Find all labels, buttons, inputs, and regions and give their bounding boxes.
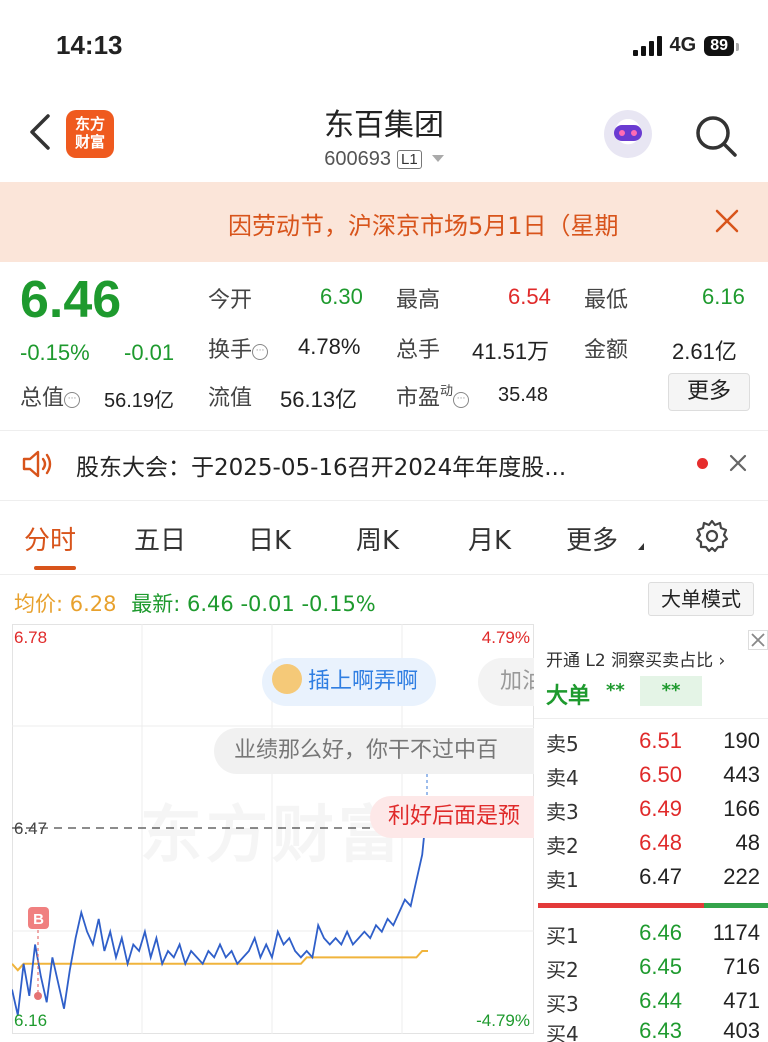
big-order-mode-button[interactable]: 大单模式 xyxy=(648,582,754,616)
close-icon[interactable] xyxy=(712,206,742,236)
avg-label: 均价: xyxy=(14,592,64,616)
sell-row[interactable]: 卖5 6.51 190 xyxy=(546,728,760,762)
y-axis-top-label: 6.78 xyxy=(14,628,47,647)
divider xyxy=(534,718,768,719)
sell-row[interactable]: 卖4 6.50 443 xyxy=(546,762,760,796)
sell-row[interactable]: 卖1 6.47 222 xyxy=(546,864,760,898)
network-type: 4G xyxy=(669,34,697,56)
notice-text: 因劳动节，沪深京市场5月1日（星期 xyxy=(228,212,619,240)
avatar-icon xyxy=(272,664,302,694)
tab-daily-k[interactable]: 日K xyxy=(248,520,291,557)
buy-row[interactable]: 买2 6.45 716 xyxy=(546,954,760,988)
turnover-label[interactable]: 换手 ··· xyxy=(208,332,269,364)
y-axis-ref-label: 6.47 xyxy=(14,819,47,838)
turnover-value: 4.78% xyxy=(298,334,361,359)
float-value-label: 流值 xyxy=(208,386,253,411)
sell-row[interactable]: 卖2 6.48 48 xyxy=(546,830,760,864)
high-value: 6.54 xyxy=(508,284,551,309)
buy-row[interactable]: 买4 6.43 403 xyxy=(546,1018,760,1042)
info-icon[interactable]: ··· xyxy=(64,392,81,408)
stock-code: 600693 xyxy=(324,148,392,170)
high-label: 最高 xyxy=(396,288,441,313)
more-quote-button[interactable]: 更多 xyxy=(668,373,750,411)
signal-icon xyxy=(632,35,662,56)
latest-value: 6.46 xyxy=(186,592,234,616)
l2-upgrade-link[interactable]: 开通 L2 洞察买卖占比 › xyxy=(546,646,725,671)
buy-row[interactable]: 买3 6.44 471 xyxy=(546,988,760,1022)
big-order-box: ** xyxy=(640,676,702,706)
chart-legend: 均价: 6.28 最新: 6.46 -0.01 -0.15% xyxy=(14,588,376,618)
speaker-icon xyxy=(22,450,52,478)
comment-bubble[interactable]: 插上啊弄啊 xyxy=(262,658,437,706)
gear-icon[interactable] xyxy=(694,518,730,554)
stock-title[interactable]: 东百集团 xyxy=(0,100,768,144)
assistant-robot-icon[interactable] xyxy=(604,110,652,158)
low-value: 6.16 xyxy=(702,284,745,309)
search-icon[interactable] xyxy=(694,114,738,158)
info-icon[interactable]: ··· xyxy=(252,344,269,360)
buy-ratio-bar xyxy=(704,903,768,908)
comment-bubble[interactable]: 业绩那么好，你干不过中百 xyxy=(214,728,534,774)
volume-label: 总手 xyxy=(396,338,441,363)
status-indicators: 4G 89 xyxy=(632,34,739,57)
latest-pct: -0.15% xyxy=(301,592,376,616)
sell-ratio-bar xyxy=(538,903,704,908)
caret-icon xyxy=(638,543,644,550)
comment-bubble[interactable]: 利好后面是预 xyxy=(370,796,534,838)
close-icon[interactable] xyxy=(728,453,748,473)
amount-value: 2.61亿 xyxy=(672,339,737,364)
announcement-text[interactable]: 股东大会：于2025-05-16召开2024年年度股... xyxy=(76,448,566,482)
big-order-value: ** xyxy=(606,680,625,701)
unread-dot xyxy=(697,458,708,469)
active-tab-indicator xyxy=(34,566,76,570)
close-icon[interactable] xyxy=(748,630,768,650)
pe-value: 35.48 xyxy=(498,384,549,406)
change-percent: -0.15% xyxy=(20,340,90,365)
big-order-label: 大单 xyxy=(546,684,591,709)
open-value: 6.30 xyxy=(320,284,363,309)
chevron-down-icon xyxy=(431,155,444,162)
open-label: 今开 xyxy=(208,288,253,313)
pct-axis-top-label: 4.79% xyxy=(482,628,530,647)
level-badge: L1 xyxy=(397,150,422,169)
float-value: 56.13亿 xyxy=(280,387,358,412)
total-value: 56.19亿 xyxy=(104,390,175,412)
status-time: 14:13 xyxy=(56,30,123,60)
stock-code-row[interactable]: 600693 L1 xyxy=(0,148,768,171)
current-price: 6.46 xyxy=(20,271,122,329)
avg-value: 6.28 xyxy=(69,592,117,616)
tab-monthly-k[interactable]: 月K xyxy=(468,520,511,557)
low-label: 最低 xyxy=(584,288,629,313)
divider xyxy=(0,430,768,431)
buy-point xyxy=(34,992,42,1000)
divider xyxy=(0,500,768,501)
tab-weekly-k[interactable]: 周K xyxy=(356,520,399,557)
watermark: 东方财富 xyxy=(140,784,404,874)
pct-axis-bottom-label: -4.79% xyxy=(476,1011,530,1030)
volume-value: 41.51万 xyxy=(472,339,550,364)
latest-label: 最新: xyxy=(131,592,181,616)
divider xyxy=(0,574,768,575)
tab-five-day[interactable]: 五日 xyxy=(134,520,186,557)
amount-label: 金额 xyxy=(584,338,629,363)
battery-icon: 89 xyxy=(704,35,739,56)
change-amount: -0.01 xyxy=(124,340,175,365)
comment-bubble[interactable]: 加油 xyxy=(478,658,534,706)
buy-marker-label: B xyxy=(33,911,44,928)
total-value-label[interactable]: 总值 ··· xyxy=(20,380,81,412)
tab-intraday[interactable]: 分时 xyxy=(24,520,76,557)
latest-change: -0.01 xyxy=(240,592,295,616)
tab-more[interactable]: 更多 xyxy=(566,520,618,557)
sell-row[interactable]: 卖3 6.49 166 xyxy=(546,796,760,830)
y-axis-bottom-label: 6.16 xyxy=(14,1011,47,1030)
buy-row[interactable]: 买1 6.46 1174 xyxy=(546,920,760,954)
info-icon[interactable]: ··· xyxy=(453,392,470,408)
pe-label[interactable]: 市盈动 ··· xyxy=(396,380,470,412)
